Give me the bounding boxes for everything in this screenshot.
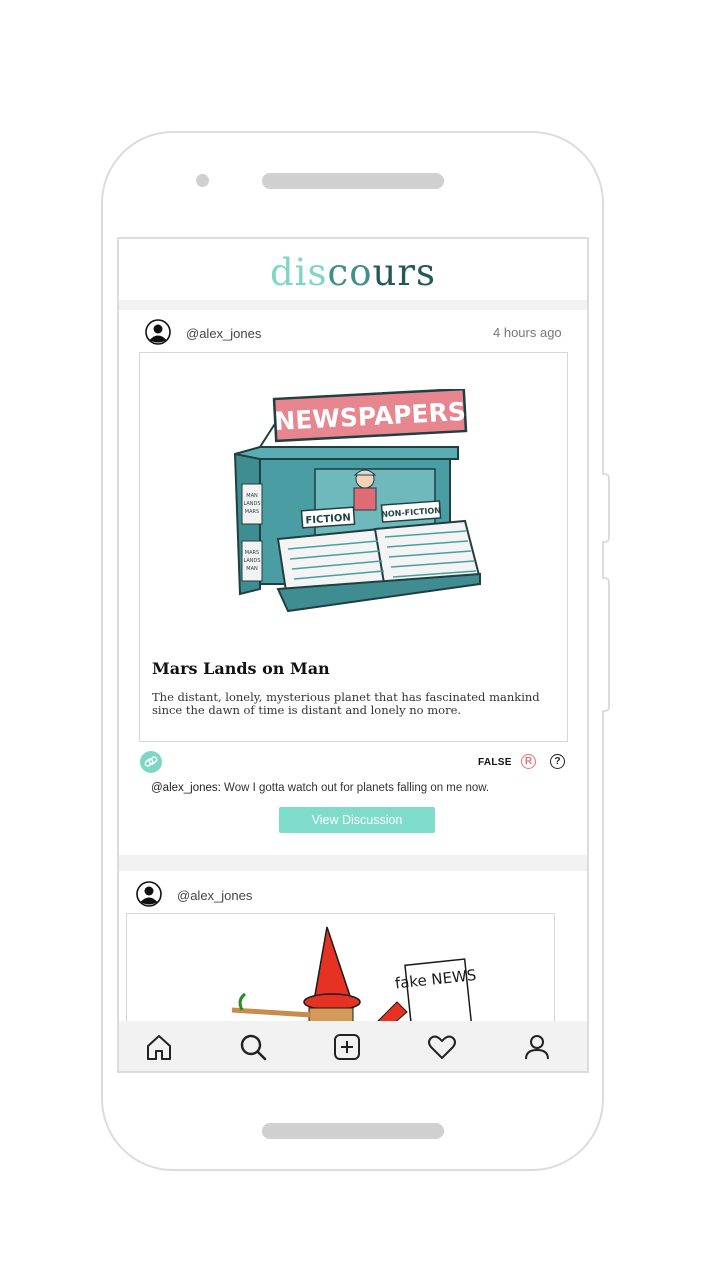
help-icon[interactable]: ? — [550, 754, 565, 769]
logo-part-2: co — [327, 251, 373, 294]
svg-text:MARS: MARS — [245, 509, 259, 515]
avatar-icon[interactable] — [136, 881, 162, 907]
profile-icon[interactable] — [521, 1031, 553, 1063]
app-header: discours — [119, 239, 587, 300]
view-discussion-button[interactable]: View Discussion — [279, 807, 435, 833]
heart-icon[interactable] — [426, 1031, 458, 1063]
rating-badge-icon[interactable]: R — [521, 754, 536, 769]
post-title: Mars Lands on Man — [152, 659, 330, 678]
logo-part-3: urs — [372, 251, 437, 294]
app-logo[interactable]: discours — [270, 251, 436, 295]
post-username[interactable]: @alex_jones — [186, 326, 261, 341]
app-screen: discours @alex_jones 4 hours ago MAN LAN… — [117, 237, 589, 1073]
newspaper-stand-illustration: MAN LANDS MARS MARS LANDS MAN NEWSPAPERS… — [233, 389, 482, 613]
svg-text:LANDS: LANDS — [243, 558, 260, 564]
bottom-navigation — [119, 1021, 587, 1071]
link-icon[interactable] — [140, 751, 162, 773]
svg-text:MARS: MARS — [245, 550, 259, 556]
svg-text:MAN: MAN — [246, 566, 258, 572]
post-username[interactable]: @alex_jones — [177, 888, 252, 903]
home-icon[interactable] — [143, 1031, 175, 1063]
bottom-speaker — [262, 1123, 444, 1139]
post-comment: @alex_jones: Wow I gotta watch out for p… — [151, 782, 489, 794]
add-icon[interactable] — [331, 1031, 363, 1063]
logo-part-1: dis — [269, 251, 328, 294]
post-card: @alex_jones 4 hours ago MAN LANDS MARS M… — [119, 310, 587, 855]
verdict-label: FALSE — [478, 757, 512, 768]
post-timestamp: 4 hours ago — [493, 325, 562, 340]
earpiece-speaker — [262, 173, 444, 189]
avatar-icon[interactable] — [145, 319, 171, 345]
volume-button — [602, 577, 610, 712]
svg-text:LANDS: LANDS — [243, 501, 260, 507]
post-content[interactable]: MAN LANDS MARS MARS LANDS MAN NEWSPAPERS… — [139, 352, 568, 742]
front-camera — [196, 174, 209, 187]
power-button — [602, 473, 610, 543]
comment-text: Wow I gotta watch out for planets fallin… — [220, 782, 490, 794]
search-icon[interactable] — [237, 1031, 269, 1063]
svg-text:MAN: MAN — [246, 493, 258, 499]
comment-username[interactable]: @alex_jones: — [151, 782, 221, 794]
post-description: The distant, lonely, mysterious planet t… — [152, 690, 540, 717]
